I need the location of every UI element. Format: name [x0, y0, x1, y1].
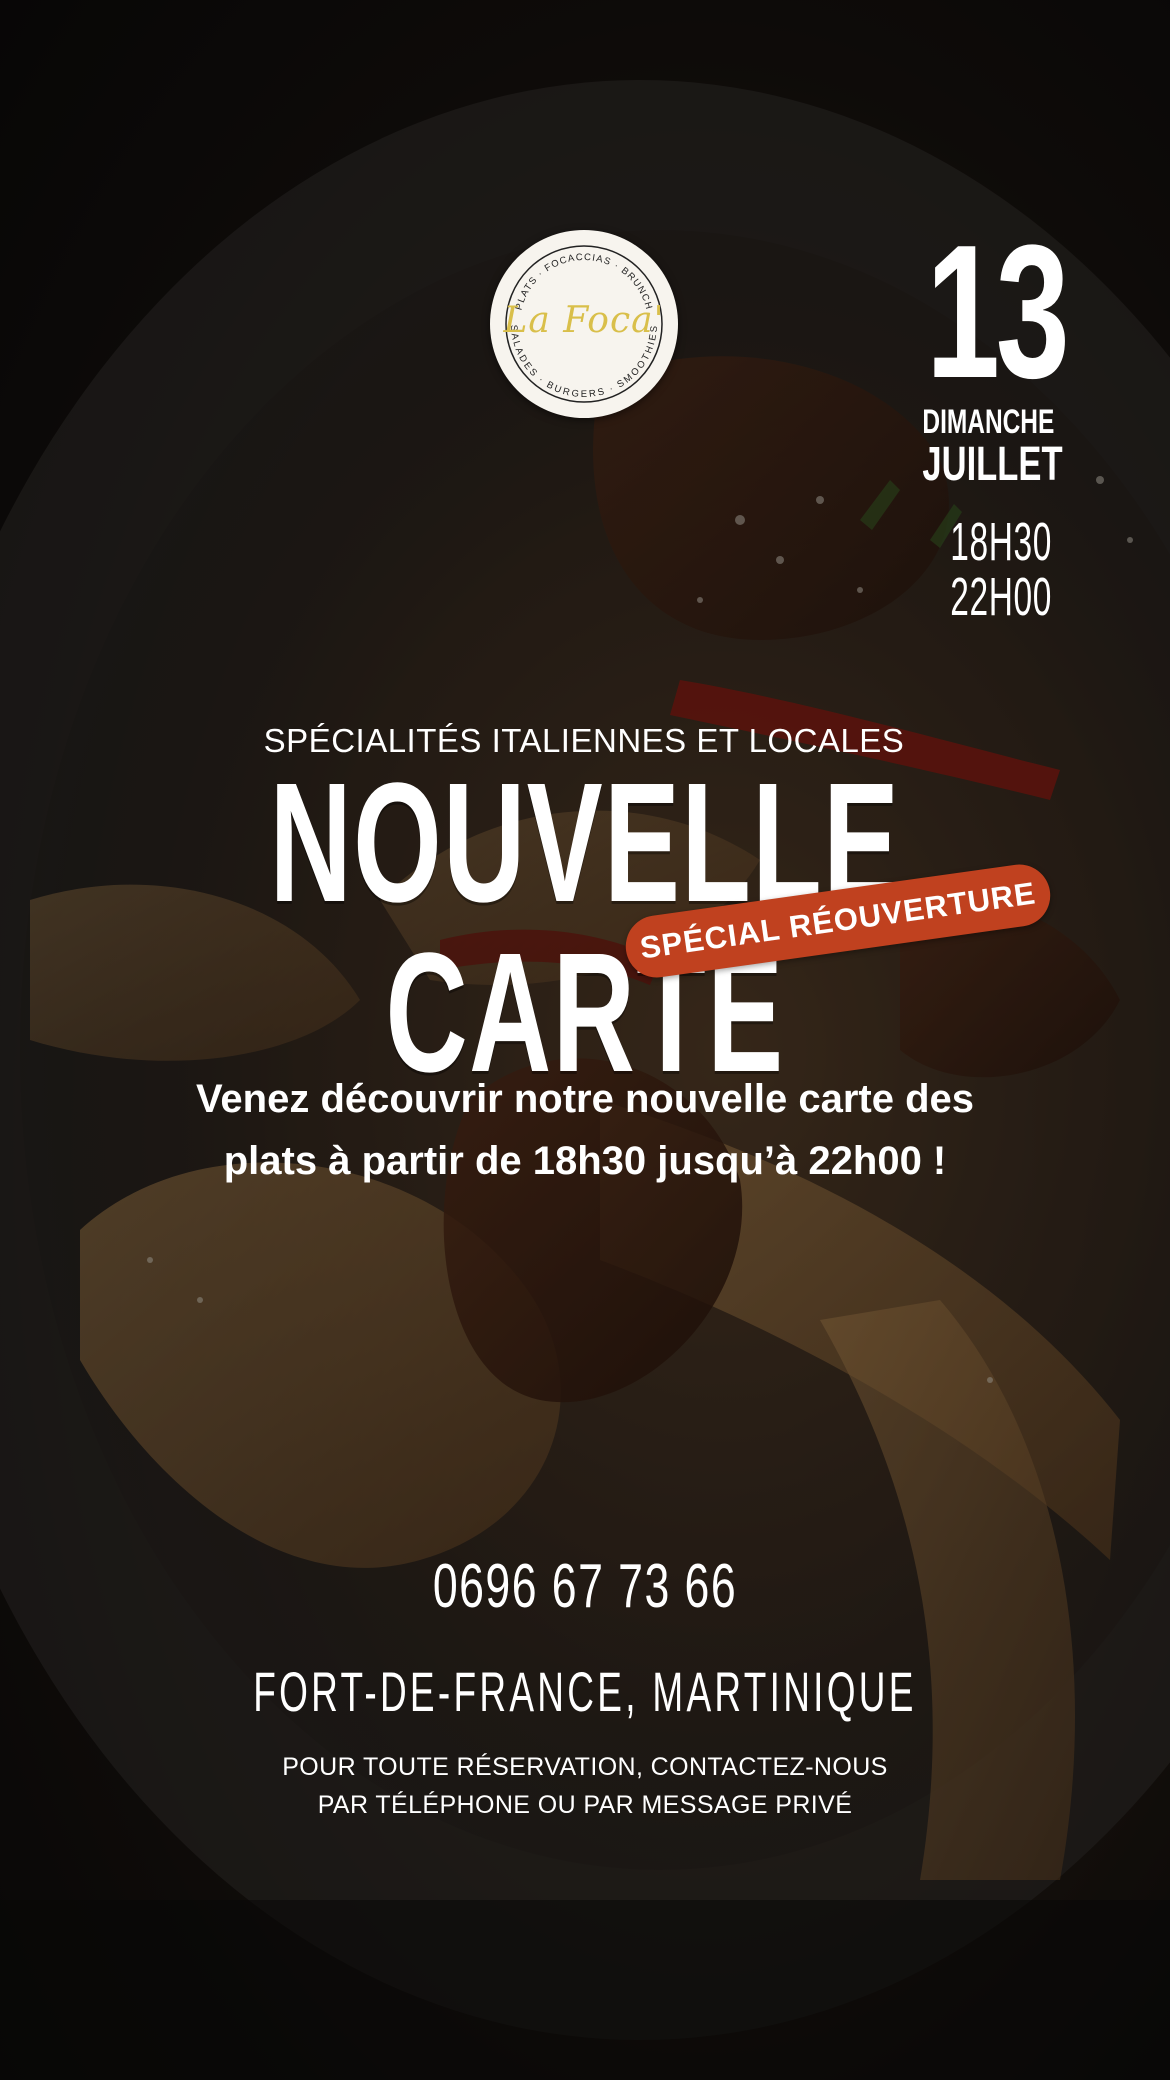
restaurant-logo: PLATS · FOCACCIAS · BRUNCH SALADES · BUR… — [490, 230, 678, 418]
booking-line-2: PAR TÉLÉPHONE OU PAR MESSAGE PRIVÉ — [317, 1791, 853, 1819]
intro-line-2: plats à partir de 18h30 jusqu’à 22h00 ! — [223, 1139, 947, 1183]
event-time-end: 22H00 — [950, 566, 1052, 627]
location-text: FORT-DE-FRANCE, MARTINIQUE — [253, 1660, 917, 1723]
booking-note: POUR TOUTE RÉSERVATION, CONTACTEZ-NOUS P… — [0, 1748, 1170, 1824]
event-day: 13 — [926, 206, 1070, 418]
event-weekday: DIMANCHE — [922, 402, 1055, 441]
logo-brand-name: La Foca' — [503, 300, 665, 341]
event-time-start: 18H30 — [950, 511, 1052, 572]
event-month: JUILLET — [922, 437, 1063, 491]
booking-line-1: POUR TOUTE RÉSERVATION, CONTACTEZ-NOUS — [282, 1753, 888, 1781]
intro-line-1: Venez découvrir notre nouvelle carte des — [195, 1077, 975, 1121]
intro-text: Venez découvrir notre nouvelle carte des… — [0, 1068, 1170, 1192]
phone-number[interactable]: 0696 67 73 66 — [164, 1556, 1006, 1618]
event-date-block: 13 DIMANCHE JUILLET 18H30 22H00 — [872, 206, 1070, 627]
